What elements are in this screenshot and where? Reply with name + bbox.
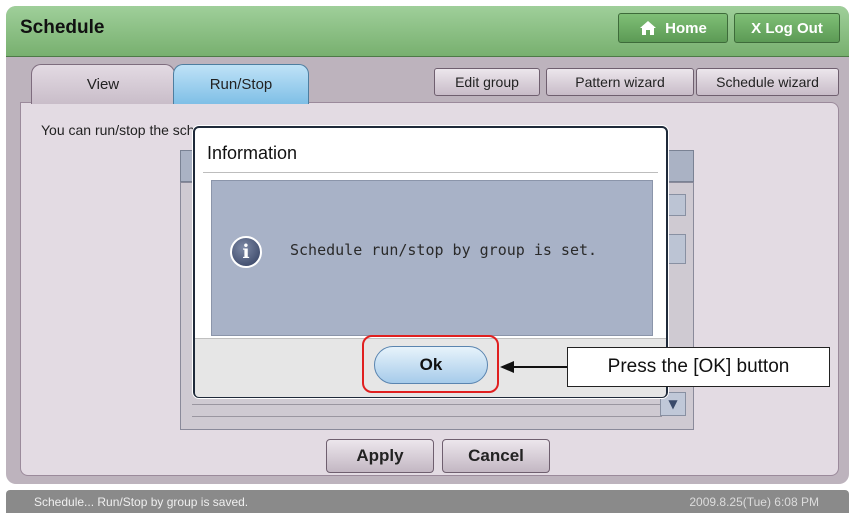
cancel-button[interactable]: Cancel: [442, 439, 550, 473]
scroll-page-up-icon[interactable]: [666, 234, 686, 264]
home-icon: [640, 21, 657, 35]
schedule-wizard-button[interactable]: Schedule wizard: [696, 68, 839, 96]
callout-arrow-icon: [500, 361, 514, 373]
apply-button[interactable]: Apply: [326, 439, 434, 473]
info-icon: i: [230, 236, 262, 268]
title-bar: Schedule Home X Log Out: [6, 6, 849, 57]
table-divider: [192, 404, 662, 405]
home-label: Home: [665, 19, 707, 37]
callout-arrow-line: [512, 366, 567, 368]
callout-label: Press the [OK] button: [567, 347, 830, 387]
table-divider: [192, 416, 662, 417]
page-title: Schedule: [20, 17, 105, 38]
status-bar: Schedule... Run/Stop by group is saved. …: [6, 490, 849, 513]
dialog-message: Schedule run/stop by group is set.: [290, 241, 598, 259]
tab-view[interactable]: View: [31, 64, 175, 104]
status-message: Schedule... Run/Stop by group is saved.: [34, 495, 249, 509]
scroll-up-icon[interactable]: [666, 194, 686, 216]
dialog-title: Information: [207, 143, 298, 163]
tab-run-stop[interactable]: Run/Stop: [173, 64, 309, 104]
status-datetime: 2009.8.25(Tue) 6:08 PM: [689, 495, 819, 509]
edit-group-button[interactable]: Edit group: [434, 68, 540, 96]
ok-button[interactable]: Ok: [374, 346, 488, 384]
logout-button[interactable]: X Log Out: [734, 13, 840, 43]
home-button[interactable]: Home: [618, 13, 728, 43]
dialog-divider: [203, 172, 658, 173]
pattern-wizard-button[interactable]: Pattern wizard: [546, 68, 694, 96]
